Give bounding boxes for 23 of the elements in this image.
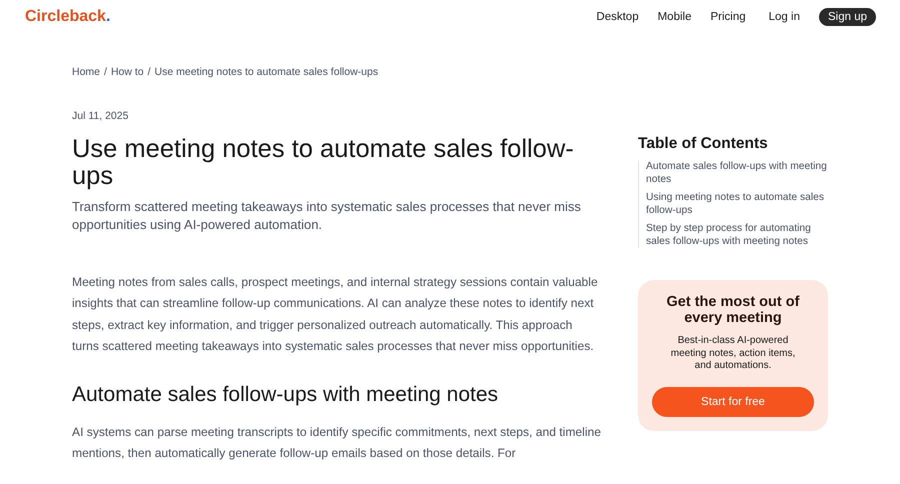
promo-title: Get the most out of every meeting [666, 294, 800, 326]
breadcrumb-separator: / [148, 66, 151, 78]
login-link[interactable]: Log in [768, 11, 800, 23]
toc-link[interactable]: Automate sales follow-ups with meeting notes [646, 161, 828, 186]
logo[interactable]: Circleback. [25, 8, 110, 26]
publish-date: Jul 11, 2025 [72, 110, 130, 122]
nav-link[interactable]: Mobile [658, 11, 692, 23]
toc-link[interactable]: Using meeting notes to automate sales follow-ups [646, 192, 828, 217]
breadcrumb-link[interactable]: Use meeting notes to automate sales follow-ups [154, 66, 378, 78]
breadcrumb-link[interactable]: Home [72, 66, 100, 78]
nav-link[interactable]: Desktop [596, 11, 639, 23]
breadcrumb-separator: / [104, 66, 107, 78]
toc-title: Table of Contents [638, 135, 769, 153]
signup-button[interactable]: Sign up [818, 8, 876, 26]
body-paragraph: Meeting notes from sales calls, prospect meetings, and internal strategy sessions contain valuable insights that can streamline follow-up communications. AI can analyze these notes to identify next steps, extract key information, and trigger personalized outreach automatically. This approach turns scattered meeting takeaways into systematic sales processes that never miss opportunities. [72, 274, 599, 356]
nav-link[interactable]: Pricing [710, 11, 746, 23]
promo-text: Best-in-class AI-powered meeting notes, action items, and automations. [670, 335, 796, 372]
article-subtitle: Transform scattered meeting takeaways into systematic sales processes that never miss opportunities using AI-powered automation. [72, 198, 582, 234]
toc-link[interactable]: Step by step process for automating sales follow-ups with meeting notes [646, 223, 828, 248]
section-heading: Automate sales follow-ups with meeting notes [72, 382, 500, 408]
breadcrumb-link[interactable]: How to [110, 66, 144, 78]
article-title: Use meeting notes to automate sales follow-ups [72, 136, 575, 190]
body-paragraph: AI systems can parse meeting transcripts to identify specific commitments, next steps, and timeline mentions, then automatically generate follow-up emails based on those details. For [72, 424, 602, 462]
